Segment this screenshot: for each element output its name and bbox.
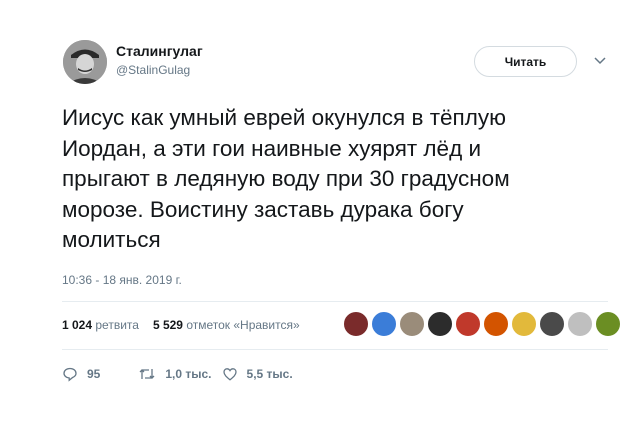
- like-button[interactable]: 5,5 тыс.: [222, 366, 293, 382]
- liker-avatar[interactable]: [511, 311, 537, 337]
- reply-button[interactable]: 95: [62, 366, 100, 382]
- like-count: 5 529: [152, 318, 183, 332]
- author-name[interactable]: Сталингулаг: [116, 43, 203, 59]
- like-stat[interactable]: 5 529 отметок «Нравится»: [153, 318, 300, 332]
- reply-count: 95: [87, 367, 101, 381]
- author-handle[interactable]: @StalinGulag: [116, 63, 190, 77]
- author-avatar[interactable]: [63, 40, 107, 84]
- retweet-stat[interactable]: 1 024 ретвита: [62, 318, 139, 332]
- reply-icon: [63, 367, 77, 382]
- liker-avatar[interactable]: [595, 311, 621, 337]
- liker-avatar[interactable]: [399, 311, 425, 337]
- retweet-count: 1 024: [62, 318, 93, 332]
- liker-avatar[interactable]: [567, 311, 593, 337]
- like-action-count: 5,5 тыс.: [246, 367, 293, 381]
- tweet-timestamp[interactable]: 10:36 - 18 янв. 2019 г.: [62, 273, 182, 287]
- like-label: отметок «Нравится»: [186, 318, 300, 332]
- liker-avatar[interactable]: [343, 311, 369, 337]
- retweet-icon: [139, 369, 155, 379]
- liker-avatar[interactable]: [427, 311, 453, 337]
- liker-avatar[interactable]: [371, 311, 397, 337]
- liker-avatar[interactable]: [539, 311, 565, 337]
- chevron-down-icon[interactable]: [592, 52, 608, 68]
- liker-avatars: [343, 311, 623, 337]
- retweet-button[interactable]: 1,0 тыс.: [138, 366, 212, 382]
- tweet-stats: 1 024 ретвита 5 529 отметок «Нравится»: [62, 318, 300, 332]
- follow-button[interactable]: Читать: [474, 46, 577, 77]
- retweet-label: ретвита: [95, 318, 139, 332]
- action-bar: 95 1,0 тыс. 5,5 тыс.: [62, 364, 293, 384]
- heart-icon: [222, 368, 237, 381]
- retweet-action-count: 1,0 тыс.: [165, 367, 212, 381]
- liker-avatar[interactable]: [483, 311, 509, 337]
- liker-avatar[interactable]: [455, 311, 481, 337]
- tweet-text: Иисус как умный еврей окунулся в тёплую …: [62, 105, 510, 252]
- divider: [62, 349, 608, 350]
- divider: [62, 301, 608, 302]
